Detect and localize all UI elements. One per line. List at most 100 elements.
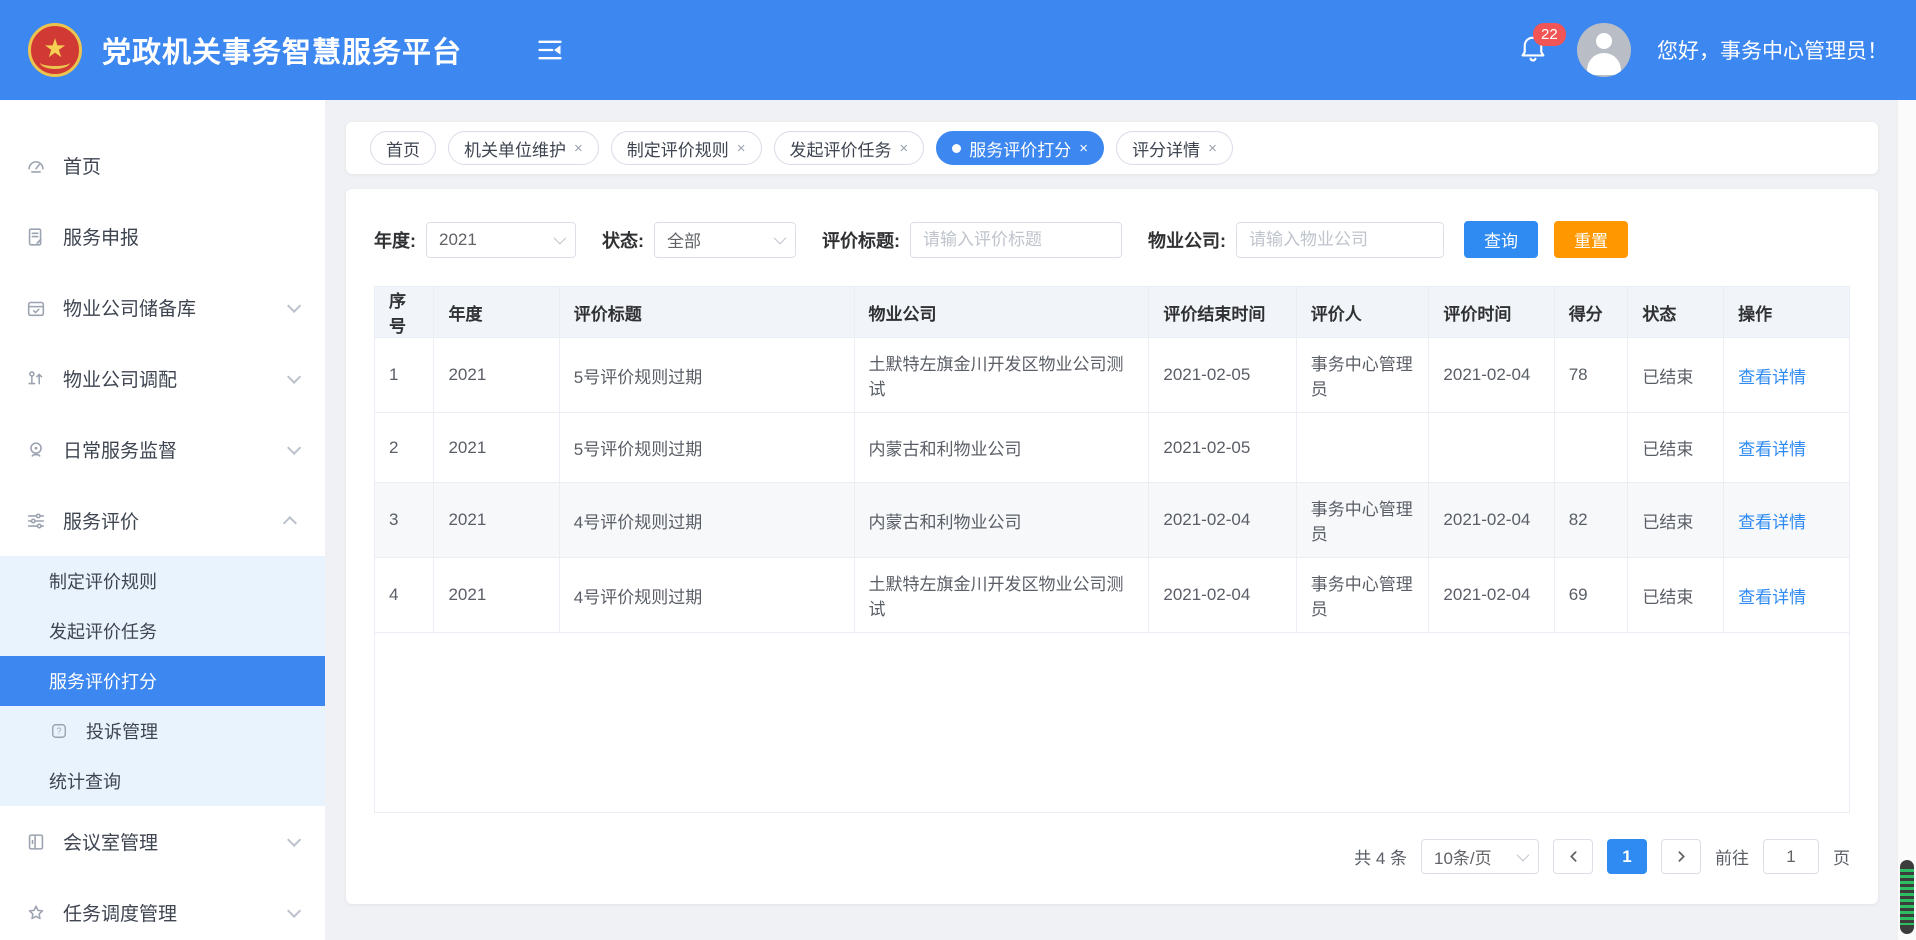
emblem-star-icon: ★ xyxy=(43,35,66,61)
notification-badge: 22 xyxy=(1533,23,1566,46)
column-header-action: 操作 xyxy=(1724,287,1849,338)
tab-发起评价任务[interactable]: 发起评价任务 × xyxy=(774,131,925,165)
sidebar-subitem-投诉管理[interactable]: ?投诉管理 xyxy=(0,706,325,756)
eval-title-input[interactable] xyxy=(910,222,1122,258)
sidebar-item-会议室管理[interactable]: 会议室管理 xyxy=(0,806,325,877)
tab-评分详情[interactable]: 评分详情 × xyxy=(1116,131,1233,165)
dashboard-icon xyxy=(25,155,47,177)
sidebar-subitem-发起评价任务[interactable]: 发起评价任务 xyxy=(0,606,325,656)
sidebar-subitem-label: 统计查询 xyxy=(49,768,121,794)
reset-button[interactable]: 重置 xyxy=(1554,221,1628,258)
user-avatar[interactable] xyxy=(1577,23,1631,77)
scrollbar-thumb[interactable] xyxy=(1900,860,1914,934)
column-header-title: 评价标题 xyxy=(559,287,854,338)
cell-company: 内蒙古和利物业公司 xyxy=(854,483,1149,558)
sidebar-item-label: 物业公司调配 xyxy=(63,365,177,392)
view-details-link[interactable]: 查看详情 xyxy=(1738,588,1806,607)
cell-status: 已结束 xyxy=(1628,338,1724,413)
sidebar-item-物业公司调配[interactable]: 物业公司调配 xyxy=(0,343,325,414)
notification-bell-icon[interactable]: 22 xyxy=(1517,31,1551,69)
tab-机关单位维护[interactable]: 机关单位维护 × xyxy=(448,131,599,165)
tab-label: 评分详情 xyxy=(1132,136,1200,161)
table-row: 220215号评价规则过期内蒙古和利物业公司2021-02-05已结束查看详情 xyxy=(375,413,1849,483)
prev-page-button[interactable] xyxy=(1553,839,1593,874)
chevron-down-icon xyxy=(1517,849,1530,862)
page-unit-label: 页 xyxy=(1833,844,1850,869)
cell-evaluator: 事务中心管理员 xyxy=(1296,483,1429,558)
tab-label: 机关单位维护 xyxy=(464,136,566,161)
sidebar: 首页服务申报物业公司储备库物业公司调配日常服务监督服务评价制定评价规则发起评价任… xyxy=(0,100,325,940)
sidebar-item-label: 日常服务监督 xyxy=(63,436,177,463)
header-right: 22 您好，事务中心管理员！ xyxy=(1517,23,1888,77)
status-select[interactable]: 全部 xyxy=(654,222,796,258)
view-details-link[interactable]: 查看详情 xyxy=(1738,440,1806,459)
search-button[interactable]: 查询 xyxy=(1464,221,1538,258)
cell-status: 已结束 xyxy=(1628,413,1724,483)
goto-label: 前往 xyxy=(1715,844,1749,869)
sidebar-subitem-统计查询[interactable]: 统计查询 xyxy=(0,756,325,806)
cell-eval_time: 2021-02-04 xyxy=(1429,483,1554,558)
sidebar-subitem-制定评价规则[interactable]: 制定评价规则 xyxy=(0,556,325,606)
cell-end_time: 2021-02-05 xyxy=(1149,338,1296,413)
collapse-menu-icon[interactable] xyxy=(536,36,564,64)
tab-close-icon[interactable]: × xyxy=(1208,141,1217,156)
year-select[interactable]: 2021 xyxy=(426,222,576,258)
tab-close-icon[interactable]: × xyxy=(737,141,746,156)
tab-制定评价规则[interactable]: 制定评价规则× xyxy=(611,131,762,165)
tab-服务评价打分[interactable]: 服务评价打分× xyxy=(936,131,1104,165)
sliders-icon xyxy=(25,510,47,532)
status-label: 状态: xyxy=(602,227,644,253)
cell-end_time: 2021-02-04 xyxy=(1149,558,1296,633)
column-header-evaluator: 评价人 xyxy=(1296,287,1429,338)
sidebar-item-服务评价[interactable]: 服务评价 xyxy=(0,485,325,556)
sidebar-subitem-服务评价打分[interactable]: 服务评价打分 xyxy=(0,656,325,706)
sidebar-item-label: 服务申报 xyxy=(63,223,139,250)
cell-title: 5号评价规则过期 xyxy=(559,413,854,483)
sidebar-subitem-label: 投诉管理 xyxy=(86,718,158,744)
chevron-down-icon xyxy=(287,298,301,312)
sidebar-item-物业公司储备库[interactable]: 物业公司储备库 xyxy=(0,272,325,343)
tab-close-icon[interactable]: × xyxy=(574,141,583,156)
cell-index: 2 xyxy=(375,413,434,483)
page-size-select[interactable]: 10条/页 xyxy=(1421,839,1539,874)
next-page-button[interactable] xyxy=(1661,839,1701,874)
current-page[interactable]: 1 xyxy=(1607,839,1647,874)
national-emblem-icon: ★ xyxy=(28,23,82,77)
archive-icon xyxy=(25,297,47,319)
user-greeting: 您好，事务中心管理员！ xyxy=(1657,35,1888,65)
year-select-value: 2021 xyxy=(439,230,477,250)
cell-title: 4号评价规则过期 xyxy=(559,558,854,633)
sidebar-item-日常服务监督[interactable]: 日常服务监督 xyxy=(0,414,325,485)
cell-evaluator: 事务中心管理员 xyxy=(1296,338,1429,413)
cell-index: 3 xyxy=(375,483,434,558)
cell-year: 2021 xyxy=(434,558,559,633)
app-title: 党政机关事务智慧服务平台 xyxy=(102,29,462,71)
tab-close-icon[interactable]: × xyxy=(900,141,909,156)
cell-year: 2021 xyxy=(434,483,559,558)
table-row: 420214号评价规则过期土默特左旗金川开发区物业公司测试2021-02-04事… xyxy=(375,558,1849,633)
year-label: 年度: xyxy=(374,227,416,253)
sidebar-item-服务申报[interactable]: 服务申报 xyxy=(0,201,325,272)
tab-close-icon[interactable]: × xyxy=(1079,141,1088,156)
cell-end_time: 2021-02-04 xyxy=(1149,483,1296,558)
view-details-link[interactable]: 查看详情 xyxy=(1738,513,1806,532)
sidebar-item-label: 物业公司储备库 xyxy=(63,294,196,321)
cell-action: 查看详情 xyxy=(1724,483,1849,558)
total-count: 共 4 条 xyxy=(1354,844,1407,869)
table-header-row: 序号年度评价标题物业公司评价结束时间评价人评价时间得分状态操作 xyxy=(375,287,1849,338)
cell-evaluator: 事务中心管理员 xyxy=(1296,558,1429,633)
page: ★ 党政机关事务智慧服务平台 22 您好，事务中心管理员！ 首页服务申报物业公司… xyxy=(0,0,1916,940)
cell-title: 4号评价规则过期 xyxy=(559,483,854,558)
company-input[interactable] xyxy=(1236,222,1444,258)
sidebar-item-首页[interactable]: 首页 xyxy=(0,130,325,201)
chevron-down-icon xyxy=(287,369,301,383)
goto-page-input[interactable] xyxy=(1763,839,1819,874)
scrollbar-track[interactable] xyxy=(1897,100,1916,940)
tab-首页[interactable]: 首页 xyxy=(370,131,436,165)
view-details-link[interactable]: 查看详情 xyxy=(1738,368,1806,387)
tab-label: 发起评价任务 xyxy=(790,136,892,161)
cell-index: 1 xyxy=(375,338,434,413)
column-header-end_time: 评价结束时间 xyxy=(1149,287,1296,338)
cell-year: 2021 xyxy=(434,413,559,483)
sidebar-item-任务调度管理[interactable]: 任务调度管理 xyxy=(0,877,325,940)
